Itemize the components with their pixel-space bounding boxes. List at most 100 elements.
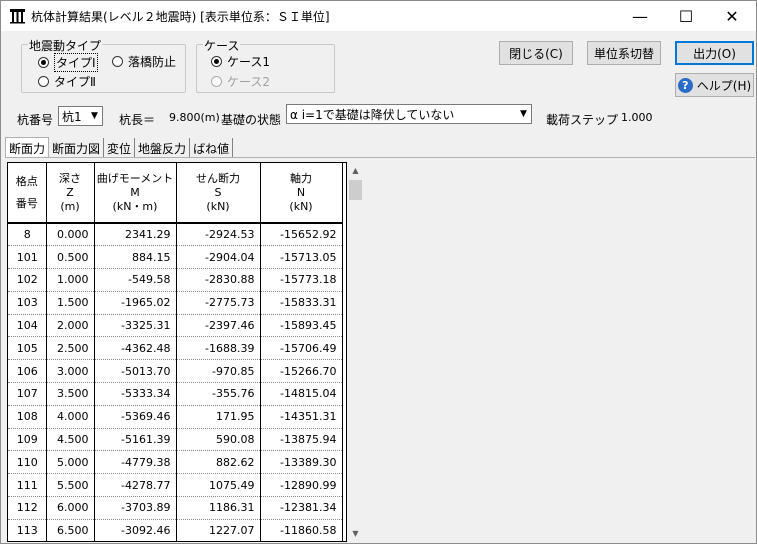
- load-step-value: 1.000: [621, 111, 653, 124]
- table-cell: 4.500: [46, 428, 95, 452]
- table-cell: 6.000: [46, 496, 95, 520]
- table-row: 107 3.500 -5333.34 -355.76 -14815.04: [8, 382, 343, 406]
- table-cell: 1075.49: [176, 473, 261, 498]
- foundation-state-label: 基礎の状態: [221, 113, 282, 127]
- table-cell: 1227.07: [176, 519, 261, 541]
- close-window-button[interactable]: ✕: [709, 1, 755, 31]
- radio-fall-prevention[interactable]: 落橋防止: [112, 53, 176, 70]
- header-axial-force: 軸力 N (kN): [260, 163, 343, 224]
- foundation-state-select[interactable]: α i=1で基礎は降伏していない ▼: [286, 104, 532, 124]
- table-cell: 3.000: [46, 359, 95, 384]
- header-shear-force: せん断力 S (kN): [176, 163, 261, 224]
- radio-type2[interactable]: タイプⅡ: [38, 73, 96, 90]
- tab-panel: 格点 番号 深さ Z (m) 曲げモーメント M (kN・m) せん断力 S (kN) 軸力 N: [5, 157, 755, 542]
- help-button-label: ヘルプ(H): [696, 78, 752, 93]
- table-row: 103 1.500 -1965.02 -2775.73 -15833.31: [8, 291, 343, 315]
- table-cell: -13875.94: [260, 428, 343, 452]
- table-cell: 110: [8, 450, 47, 475]
- tab-displacement[interactable]: 変位: [104, 138, 136, 158]
- table-cell: -15706.49: [260, 336, 343, 361]
- tab-section-force-diagram[interactable]: 断面力図: [49, 138, 105, 158]
- seismic-type-group-label: 地震動タイプ: [28, 37, 103, 54]
- pile-no-select[interactable]: 杭1 ▼: [58, 106, 103, 126]
- radio-dot-icon: [38, 57, 49, 68]
- table-row: 110 5.000 -4779.38 882.62 -13389.30: [8, 450, 343, 475]
- help-button[interactable]: ? ヘルプ(H): [675, 73, 754, 97]
- table-cell: 1186.31: [176, 496, 261, 520]
- table-row: 112 6.000 -3703.89 1186.31 -12381.34: [8, 496, 343, 520]
- table-row: 104 2.000 -3325.31 -2397.46 -15893.45: [8, 314, 343, 338]
- case-group: ケース ケース1 ケース2: [196, 37, 335, 93]
- table-cell: -13389.30: [260, 450, 343, 475]
- unit-switch-button[interactable]: 単位系切替: [587, 41, 661, 65]
- foundation-state-value: α i=1で基礎は降伏していない: [290, 107, 455, 122]
- table-cell: -1688.39: [176, 336, 261, 361]
- header-bending-moment: 曲げモーメント M (kN・m): [94, 163, 177, 224]
- tab-ground-reaction[interactable]: 地盤反力: [135, 138, 191, 158]
- result-grid[interactable]: 格点 番号 深さ Z (m) 曲げモーメント M (kN・m) せん断力 S (kN) 軸力 N: [7, 162, 347, 542]
- tab-bar: 断面力 断面力図 変位 地盤反力 ばね値: [5, 137, 234, 158]
- table-cell: 104: [8, 314, 47, 338]
- table-cell: 1.500: [46, 291, 95, 315]
- table-cell: -4779.38: [94, 450, 177, 475]
- maximize-button[interactable]: ☐: [663, 1, 709, 31]
- radio-dot-icon: [211, 56, 222, 67]
- radio-case1-label: ケース1: [227, 55, 271, 69]
- table-cell: -5369.46: [94, 405, 177, 429]
- table-cell: 8: [8, 223, 47, 247]
- table-cell: -11860.58: [260, 519, 343, 541]
- radio-type1-label: タイプⅠ: [54, 53, 98, 72]
- table-cell: -15773.18: [260, 268, 343, 292]
- table-row: 105 2.500 -4362.48 -1688.39 -15706.49: [8, 336, 343, 361]
- tab-section-force[interactable]: 断面力: [5, 137, 50, 158]
- table-cell: -2924.53: [176, 223, 261, 247]
- pile-no-label: 杭番号: [17, 113, 54, 127]
- table-cell: 1.000: [46, 268, 95, 292]
- radio-type1[interactable]: タイプⅠ: [38, 53, 98, 72]
- table-cell: -2830.88: [176, 268, 261, 292]
- table-cell: -5161.39: [94, 428, 177, 452]
- window-title: 杭体計算結果(レベル２地震時) [表示単位系：ＳＩ単位]: [31, 10, 330, 24]
- table-row: 101 0.500 884.15 -2904.04 -15713.05: [8, 245, 343, 270]
- table-cell: 111: [8, 473, 47, 498]
- scroll-thumb[interactable]: [349, 180, 362, 200]
- table-cell: -4362.48: [94, 336, 177, 361]
- table-cell: 882.62: [176, 450, 261, 475]
- table-cell: -5013.70: [94, 359, 177, 384]
- table-cell: 6.500: [46, 519, 95, 541]
- table-cell: 590.08: [176, 428, 261, 452]
- result-window: 杭体計算結果(レベル２地震時) [表示単位系：ＳＩ単位] — ☐ ✕ 地震動タイ…: [0, 0, 757, 544]
- scroll-down-icon[interactable]: ▼: [347, 525, 364, 542]
- table-cell: -15833.31: [260, 291, 343, 315]
- output-button[interactable]: 出力(O): [675, 41, 754, 65]
- table-cell: -2397.46: [176, 314, 261, 338]
- table-cell: 2.500: [46, 336, 95, 361]
- chevron-down-icon: ▼: [86, 107, 102, 125]
- minimize-button[interactable]: —: [617, 1, 663, 31]
- radio-case2-label: ケース2: [227, 75, 271, 89]
- close-button[interactable]: 閉じる(C): [499, 41, 573, 65]
- table-cell: 112: [8, 496, 47, 520]
- title-bar[interactable]: 杭体計算結果(レベル２地震時) [表示単位系：ＳＩ単位] — ☐ ✕: [1, 1, 756, 31]
- table-cell: -12890.99: [260, 473, 343, 498]
- table-row: 108 4.000 -5369.46 171.95 -14351.31: [8, 405, 343, 429]
- pile-no-value: 杭1: [62, 109, 82, 124]
- table-cell: -355.76: [176, 382, 261, 406]
- table-cell: -3325.31: [94, 314, 177, 338]
- scroll-up-icon[interactable]: ▲: [347, 162, 364, 179]
- tab-spring-value[interactable]: ばね値: [190, 138, 234, 158]
- radio-dot-icon: [211, 76, 222, 87]
- table-cell: -15266.70: [260, 359, 343, 384]
- table-cell: 102: [8, 268, 47, 292]
- help-icon: ?: [677, 77, 693, 93]
- table-cell: 0.500: [46, 245, 95, 270]
- app-icon: [10, 9, 25, 24]
- table-cell: 107: [8, 382, 47, 406]
- vertical-scrollbar[interactable]: ▲ ▼: [347, 162, 364, 542]
- table-cell: -15893.45: [260, 314, 343, 338]
- radio-case1[interactable]: ケース1: [211, 53, 270, 70]
- seismic-type-group: 地震動タイプ タイプⅠ 落橋防止 タイプⅡ: [21, 37, 186, 93]
- table-cell: -2904.04: [176, 245, 261, 270]
- table-cell: 5.500: [46, 473, 95, 498]
- table-cell: -3092.46: [94, 519, 177, 541]
